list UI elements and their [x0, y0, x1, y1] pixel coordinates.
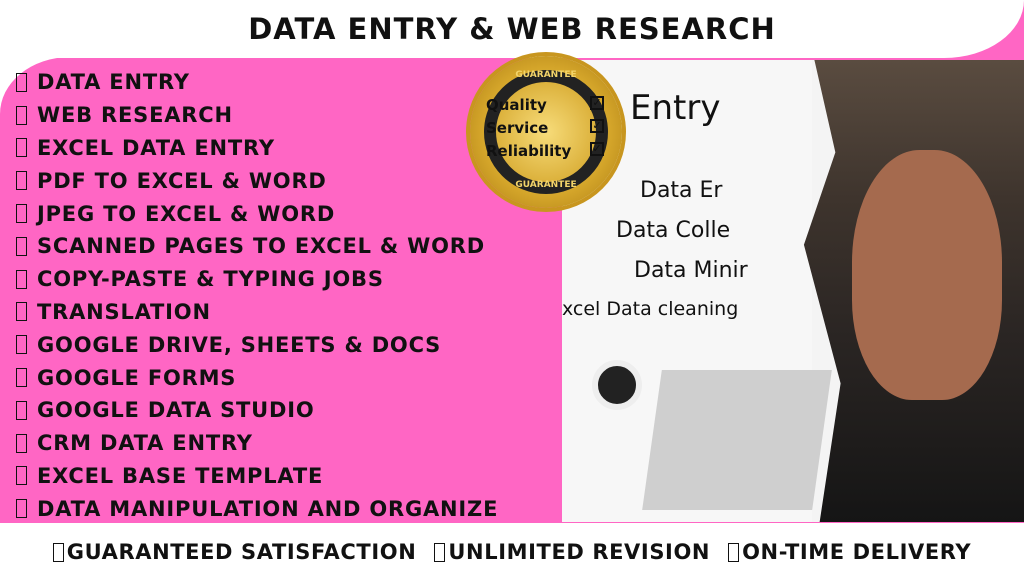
seal-row: Reliability [486, 142, 572, 160]
missing-glyph-icon [16, 204, 27, 224]
photo-text: Entry [630, 88, 721, 128]
missing-glyph-icon [16, 236, 27, 256]
coffee-cup [592, 360, 642, 410]
seal-row: Quality [486, 96, 547, 114]
missing-glyph-icon [16, 138, 27, 158]
service-label: GOOGLE FORMS [37, 365, 237, 390]
seal-top-text: GUARANTEE [515, 70, 577, 80]
missing-glyph-icon [728, 542, 740, 562]
footer: GUARANTEED SATISFACTION UNLIMITED REVISI… [0, 540, 1024, 564]
photo-text: xcel Data cleaning [562, 298, 739, 320]
missing-glyph-icon [16, 400, 27, 420]
services-list: DATA ENTRY WEB RESEARCH EXCEL DATA ENTRY PD… [16, 66, 498, 525]
service-label: WEB RESEARCH [37, 103, 233, 128]
service-item: COPY-PASTE & TYPING JOBS [16, 263, 498, 296]
service-item: SCANNED PAGES TO EXCEL & WORD [16, 230, 498, 263]
missing-glyph-icon [16, 368, 27, 388]
missing-glyph-icon [434, 542, 446, 562]
service-item: GOOGLE DATA STUDIO [16, 394, 498, 427]
service-item: DATA MANIPULATION AND ORGANIZE [16, 492, 498, 525]
profile-photo: Entry Data Er Data Colle Data Minir xcel… [562, 60, 1024, 522]
photo-text: Data Er [640, 178, 723, 203]
missing-glyph-icon [16, 335, 27, 355]
checkbox-icon: ✓ [590, 119, 604, 133]
missing-glyph-icon [16, 72, 27, 92]
checkbox-icon: ✓ [590, 96, 604, 110]
seal-bottom-text: GUARANTEE [515, 180, 577, 190]
missing-glyph-icon [16, 302, 27, 322]
service-item: PDF TO EXCEL & WORD [16, 164, 498, 197]
service-item: GOOGLE DRIVE, SHEETS & DOCS [16, 328, 498, 361]
photo-text: Data Colle [616, 218, 731, 243]
service-label: TRANSLATION [37, 299, 211, 324]
missing-glyph-icon [16, 269, 27, 289]
service-label: COPY-PASTE & TYPING JOBS [37, 267, 384, 292]
service-label: JPEG TO EXCEL & WORD [37, 201, 336, 226]
missing-glyph-icon [16, 499, 27, 519]
missing-glyph-icon [52, 542, 64, 562]
service-item: GOOGLE FORMS [16, 361, 498, 394]
service-label: GOOGLE DATA STUDIO [37, 398, 315, 423]
service-label: CRM DATA ENTRY [37, 431, 253, 456]
service-item: WEB RESEARCH [16, 99, 498, 132]
service-item: JPEG TO EXCEL & WORD [16, 197, 498, 230]
service-label: SCANNED PAGES TO EXCEL & WORD [37, 234, 485, 259]
service-item: DATA ENTRY [16, 66, 498, 99]
service-item: CRM DATA ENTRY [16, 427, 498, 460]
service-label: EXCEL DATA ENTRY [37, 135, 275, 160]
service-item: EXCEL BASE TEMPLATE [16, 460, 498, 493]
missing-glyph-icon [16, 433, 27, 453]
footer-item: UNLIMITED REVISION [448, 540, 711, 564]
footer-item: ON-TIME DELIVERY [742, 540, 972, 564]
service-item: TRANSLATION [16, 296, 498, 329]
service-label: PDF TO EXCEL & WORD [37, 168, 327, 193]
seal-row: Service [486, 119, 549, 137]
service-label: DATA ENTRY [37, 70, 190, 95]
service-item: EXCEL DATA ENTRY [16, 132, 498, 165]
service-label: GOOGLE DRIVE, SHEETS & DOCS [37, 332, 442, 357]
footer-item: GUARANTEED SATISFACTION [66, 540, 417, 564]
service-label: EXCEL BASE TEMPLATE [37, 463, 324, 488]
service-label: DATA MANIPULATION AND ORGANIZE [37, 496, 499, 521]
laptop [642, 370, 832, 510]
missing-glyph-icon [16, 466, 27, 486]
guarantee-seal: GUARANTEE GUARANTEE Quality ✓ Service ✓ Re… [470, 56, 622, 208]
photo-text: Data Minir [634, 258, 748, 283]
missing-glyph-icon [16, 105, 27, 125]
page-title: DATA ENTRY & WEB RESEARCH [248, 12, 776, 46]
missing-glyph-icon [16, 171, 27, 191]
face [852, 150, 1002, 400]
checkbox-icon: ✓ [590, 142, 604, 156]
